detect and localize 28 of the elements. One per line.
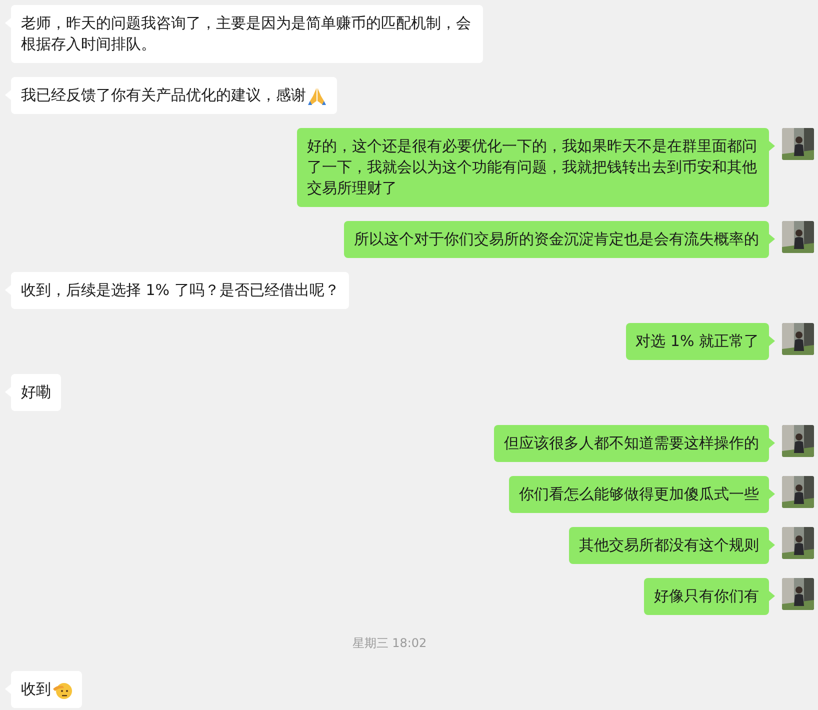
avatar[interactable] — [782, 527, 814, 559]
message-bubble: 所以这个对于你们交易所的资金沉淀肯定也是会有流失概率的 — [344, 221, 769, 258]
message-bubble: 好像只有你们有 — [644, 578, 769, 615]
message-bubble: 好嘞 — [11, 374, 61, 411]
message-bubble: 好的，这个还是很有必要优化一下的，我如果昨天不是在群里面都问了一下，我就会以为这个功能有问题，我就把钱转出去到币安和其他交易所理财了 — [297, 128, 769, 207]
timestamp: 星期三 18:02 — [352, 635, 427, 652]
bubble-tail — [769, 141, 775, 151]
bubble-tail — [769, 234, 775, 244]
message-bubble: 其他交易所都没有这个规则 — [569, 527, 769, 564]
message-bubble: 我已经反馈了你有关产品优化的建议，感谢 — [11, 77, 337, 114]
avatar[interactable] — [782, 323, 814, 355]
praying-hands-icon — [307, 86, 327, 106]
avatar[interactable] — [782, 476, 814, 508]
message-bubble: 但应该很多人都不知道需要这样操作的 — [494, 425, 769, 462]
bubble-tail — [769, 438, 775, 448]
message-bubble: 收到 — [11, 671, 82, 708]
avatar[interactable] — [782, 128, 814, 160]
message-bubble: 收到，后续是选择 1% 了吗？是否已经借出呢？ — [11, 272, 350, 309]
bubble-tail — [769, 489, 775, 499]
avatar[interactable] — [782, 221, 814, 253]
bubble-tail — [769, 336, 775, 346]
message-bubble: 对选 1% 就正常了 — [626, 323, 769, 360]
bubble-tail — [769, 540, 775, 550]
avatar[interactable] — [782, 578, 814, 610]
bubble-tail — [769, 591, 775, 601]
message-bubble: 老师，昨天的问题我咨询了，主要是因为是简单赚币的匹配机制，会根据存入时间排队。 — [11, 5, 483, 63]
message-bubble: 你们看怎么能够做得更加傻瓜式一些 — [509, 476, 769, 513]
avatar[interactable] — [782, 425, 814, 457]
